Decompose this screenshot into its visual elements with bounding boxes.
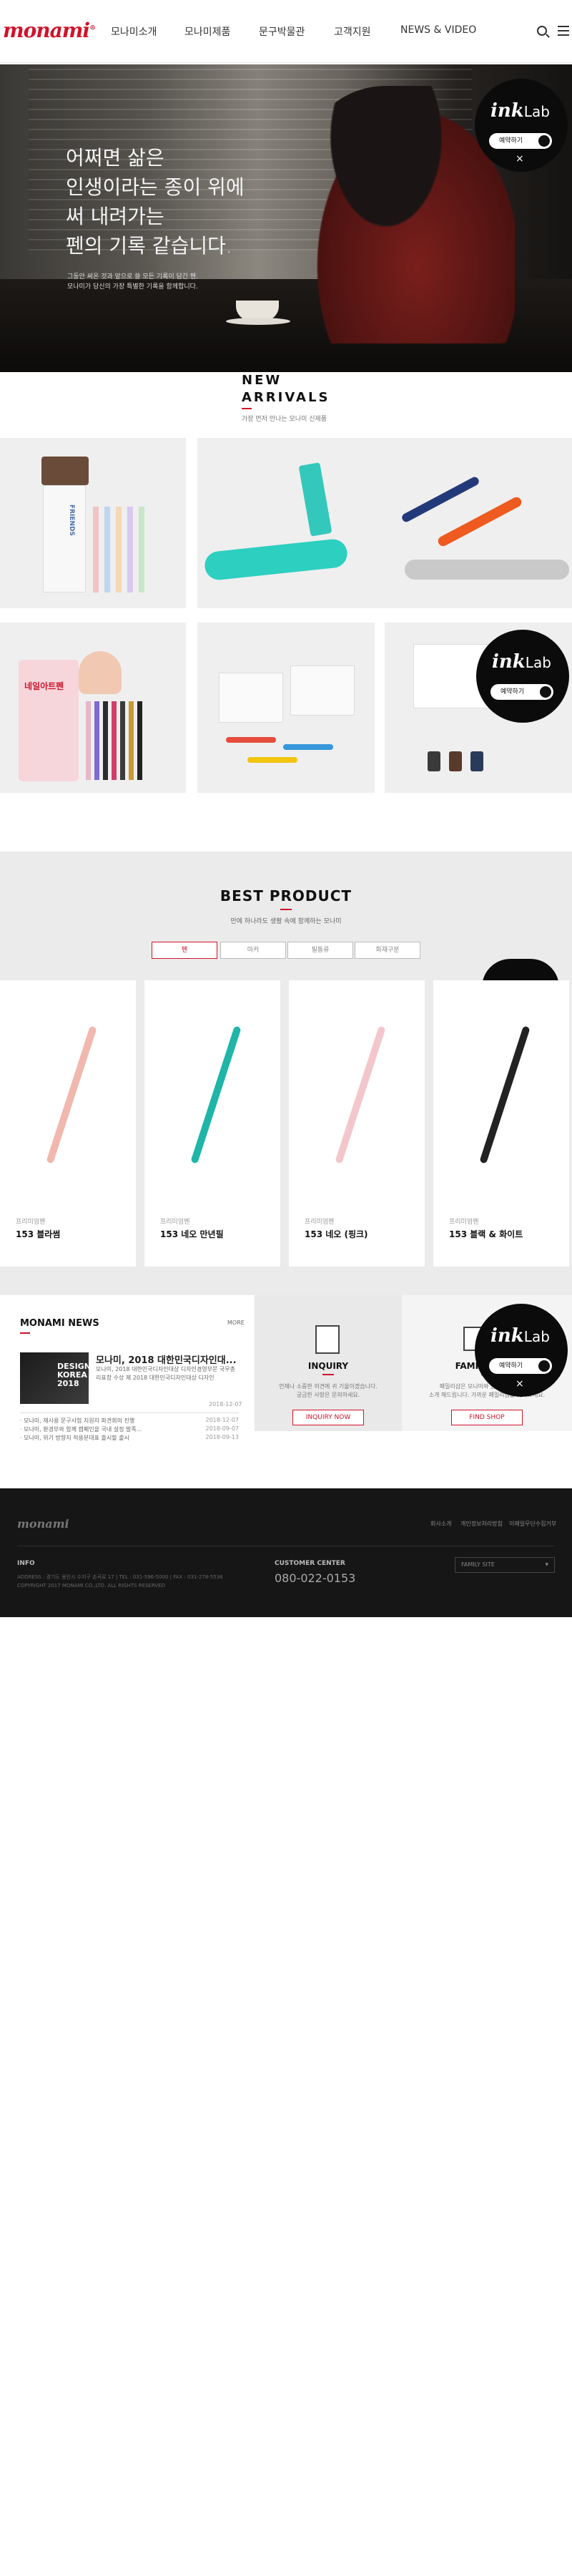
close-icon[interactable]: × [516,1378,524,1390]
inklab-badge-tertiary[interactable]: inkLab 예약하기 × [475,1304,568,1397]
inquiry-title: INQUIRY [307,1361,349,1371]
news-more-link[interactable]: MORE [227,1319,245,1326]
product-card[interactable]: 프리미엄펜 153 블라썸 [0,980,136,1267]
product-name: 153 블라썸 [16,1229,61,1239]
news-date: 2018-12-07 [209,1401,242,1407]
inklab-logo: inkLab [490,100,550,122]
product-name: 153 네오 만년필 [160,1229,224,1239]
product-image-friends-pencils[interactable]: FRIENDS [0,438,186,608]
arrow-icon [538,1360,550,1372]
product-category: 프리미엄펜 [305,1219,335,1226]
footer-phone: 080-022-0153 [275,1571,356,1585]
hero-subtitle: 그동안 써온 것과 앞으로 쓸 모든 기록이 담긴 펜. 모나미가 당신의 가장… [67,273,199,291]
footer-link-privacy[interactable]: 개인정보처리방침 [460,1520,503,1528]
best-product-subtitle: 만에 하나라도 생활 속에 함께하는 모나미 [230,918,342,925]
product-image-marker-sets[interactable] [197,623,375,793]
footer-address: ADDRESS : 경기도 용인시 수지구 손곡로 17 | TEL : 031… [17,1574,223,1589]
product-category: 프리미엄펜 [16,1219,46,1226]
tab-pencil-case[interactable]: 필통류 [287,942,353,959]
inklab-reserve-button[interactable]: 예약하기 [489,1358,552,1374]
product-category: 프리미엄펜 [449,1219,479,1226]
inklab-reserve-button[interactable]: 예약하기 [489,133,552,149]
tab-marker[interactable]: 마커 [220,942,286,959]
nav-about[interactable]: 모나미소개 [111,24,157,39]
footer-link-email-policy[interactable]: 이메일무단수집거부 [509,1520,556,1528]
inquiry-panel: INQUIRY 언제나 소중한 의견에 귀 기울이겠습니다. 궁금한 사항은 문… [255,1295,402,1431]
footer-info-heading: INFO [17,1560,35,1567]
best-product-title: BEST PRODUCT [220,887,352,904]
tab-pen[interactable]: 펜 [152,942,217,959]
hero-title: 어쩌면 삶은 인생이라는 종이 위에 써 내려가는 펜의 기록 같습니다. [66,146,245,258]
new-arrivals-title: NEW ARRIVALS [242,373,330,405]
news-thumbnail[interactable]: DESIGN KOREA 2018 [20,1352,91,1404]
inklab-badge-secondary[interactable]: inkLab 예약하기 [476,630,569,723]
inklab-logo: inkLab [490,1325,550,1347]
product-card[interactable]: 프리미엄펜 153 네오 만년필 [144,980,280,1267]
best-product-section: BEST PRODUCT 만에 하나라도 생활 속에 함께하는 모나미 펜 마커… [0,852,572,1309]
product-category: 프리미엄펜 [160,1219,190,1226]
news-panel: MONAMI NEWS MORE DESIGN KOREA 2018 모나미, … [0,1295,255,1433]
search-icon[interactable] [537,26,547,36]
site-header: monami® 모나미소개 모나미제품 문구박물관 고객지원 NEWS & VI… [0,0,572,63]
arrow-icon [540,686,551,698]
product-image-nail-art-pens[interactable]: 네일아트펜 [0,623,186,793]
footer-link-company[interactable]: 회사소개 [430,1520,451,1528]
nav-news-video[interactable]: NEWS & VIDEO [400,24,476,36]
tab-category[interactable]: 화재구분 [355,942,420,959]
nav-support[interactable]: 고객지원 [334,24,371,39]
product-name: 153 네오 (핑크) [305,1229,368,1239]
news-accent-bar [20,1332,30,1334]
nav-products[interactable]: 모나미제품 [184,24,230,39]
nav-museum[interactable]: 문구박물관 [259,24,305,39]
news-headline[interactable]: 모나미, 2018 대한민국디자인대... [96,1352,239,1366]
new-arrivals-subtitle: 가장 먼저 만나는 모나미 신제품 [242,416,327,423]
new-arrivals-accent-bar [242,408,252,409]
product-pen-image [479,1025,531,1164]
product-pen-image [46,1025,97,1164]
inklab-logo: inkLab [492,651,551,673]
inquiry-desc: 언제나 소중한 의견에 귀 기울이겠습니다. 궁금한 사항은 문의하세요. [279,1383,378,1398]
arrow-icon [538,135,550,147]
inquiry-now-button[interactable]: INQUIRY NOW [292,1410,364,1425]
inklab-badge[interactable]: inkLab 예약하기 × [475,79,568,172]
hamburger-menu-icon[interactable] [558,26,569,36]
best-product-accent-bar [280,909,292,910]
news-list-item[interactable]: · 모나미, 환경부와 함께 캠페인을 국내 설정 발족... 2018-09-0… [20,1425,239,1433]
news-list-item[interactable]: · 모나미, 위기 방향지 적용분대표 출시할 출시 2018-09-13 [20,1434,239,1442]
product-name: 153 블랙 & 화이트 [449,1229,523,1239]
family-site-select[interactable]: FAMILY SITE [455,1557,555,1573]
site-footer: monami 회사소개 개인정보처리방침 이메일무단수집거부 INFO ADDR… [0,1488,572,1617]
document-icon [315,1325,340,1354]
product-pen-image [190,1025,242,1164]
monami-logo[interactable]: monami® [3,19,96,42]
footer-logo[interactable]: monami [17,1517,69,1531]
find-shop-button[interactable]: FIND SHOP [451,1410,523,1425]
close-icon[interactable]: × [516,153,524,165]
product-pen-image [335,1025,386,1164]
news-list-item[interactable]: · 모나미, 재사용 문구사업 지원자 파견회의 진행 2018-12-07 [20,1417,239,1425]
news-body: 모나미, 2018 대한민국디자인대상 디자인경영부문 국무총리표창 수상 제 … [96,1366,235,1381]
product-card[interactable]: 프리미엄펜 153 네오 (핑크) [289,980,425,1267]
inklab-reserve-button[interactable]: 예약하기 [490,684,553,700]
hero-saucer [226,318,290,325]
product-image-fountain-pens[interactable] [197,438,572,608]
product-card[interactable]: 프리미엄펜 153 블랙 & 화이트 [433,980,569,1267]
footer-customer-center-heading: CUSTOMER CENTER [275,1560,345,1567]
news-title: MONAMI NEWS [20,1318,99,1329]
